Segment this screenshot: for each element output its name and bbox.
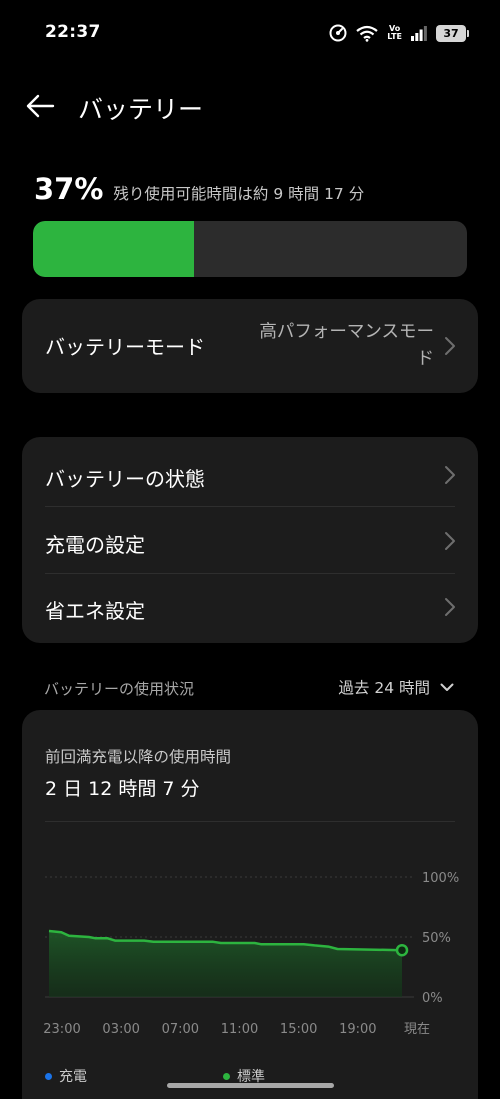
legend-dot-charging bbox=[45, 1072, 52, 1080]
battery-health-row[interactable]: バッテリーの状態 bbox=[22, 441, 478, 508]
legend-charging-label: 充電 bbox=[59, 1069, 87, 1085]
x-tick-label: 19:00 bbox=[339, 1022, 376, 1037]
legend-charging: 充電 bbox=[45, 1066, 87, 1086]
home-indicator[interactable] bbox=[167, 1083, 334, 1088]
battery-mode-row[interactable]: バッテリーモード 高パフォーマンスモード bbox=[22, 299, 478, 393]
signal-icon bbox=[411, 25, 427, 41]
power-saving-label: 省エネ設定 bbox=[45, 599, 145, 623]
arrow-left-icon bbox=[26, 94, 55, 118]
charging-settings-label: 充電の設定 bbox=[45, 533, 145, 557]
y-tick-label: 0% bbox=[422, 991, 443, 1006]
time-range-selector[interactable]: 過去 24 時間 bbox=[338, 676, 454, 698]
y-tick-label: 100% bbox=[422, 871, 459, 886]
back-button[interactable] bbox=[20, 90, 60, 122]
status-bar: 22:37 Vo LTE 37 bbox=[0, 0, 500, 66]
battery-health-label: バッテリーの状態 bbox=[45, 467, 205, 491]
x-tick-label: 15:00 bbox=[280, 1022, 317, 1037]
chevron-right-icon bbox=[445, 466, 455, 484]
usage-section-title: バッテリーの使用状況 bbox=[44, 680, 195, 698]
legend-dot-normal bbox=[223, 1072, 230, 1080]
chevron-down-icon bbox=[440, 683, 454, 691]
charging-settings-row[interactable]: 充電の設定 bbox=[22, 507, 478, 574]
battery-usage-chart: 100% 50% 0% 23:00 03:00 07:00 11:00 15:00 19:00… bbox=[43, 871, 459, 1037]
page-title: バッテリー bbox=[78, 95, 204, 124]
x-tick-label: 03:00 bbox=[102, 1022, 139, 1037]
battery-percent: 37% bbox=[34, 172, 104, 206]
status-time: 22:37 bbox=[45, 22, 101, 42]
chevron-right-icon bbox=[445, 532, 455, 550]
battery-level-bar bbox=[33, 221, 467, 277]
wifi-icon bbox=[356, 25, 378, 42]
battery-usage-card: 前回満充電以降の使用時間 2 日 12 時間 7 分 100% 50% 0% 23:… bbox=[22, 710, 478, 1099]
battery-summary: 37% 残り使用可能時間は約 9 時間 17 分 bbox=[34, 172, 364, 206]
volte-icon: Vo LTE bbox=[387, 25, 402, 41]
battery-mode-value: 高パフォーマンスモード bbox=[259, 322, 434, 369]
battery-mode-label: バッテリーモード bbox=[45, 335, 205, 359]
volte-bottom-label: LTE bbox=[387, 32, 402, 41]
speedometer-icon bbox=[329, 24, 347, 42]
y-tick-label: 50% bbox=[422, 931, 451, 946]
power-saving-row[interactable]: 省エネ設定 bbox=[22, 573, 478, 640]
battery-status-icon: 37 bbox=[436, 24, 469, 42]
x-tick-label: 23:00 bbox=[43, 1022, 80, 1037]
chevron-right-icon bbox=[445, 598, 455, 616]
current-level-marker bbox=[395, 943, 409, 957]
battery-remaining-time: 残り使用可能時間は約 9 時間 17 分 bbox=[113, 185, 365, 203]
chevron-right-icon bbox=[445, 337, 455, 355]
battery-level-fill bbox=[33, 221, 194, 277]
x-tick-label: 現在 bbox=[404, 1022, 430, 1037]
x-tick-label: 11:00 bbox=[221, 1022, 258, 1037]
usage-area-fill bbox=[49, 931, 402, 997]
app-bar: バッテリー bbox=[0, 80, 500, 132]
time-range-label: 過去 24 時間 bbox=[338, 679, 430, 697]
battery-settings-card: バッテリーの状態 充電の設定 省エネ設定 bbox=[22, 437, 478, 643]
x-tick-label: 07:00 bbox=[162, 1022, 199, 1037]
status-icons: Vo LTE 37 bbox=[329, 22, 469, 44]
